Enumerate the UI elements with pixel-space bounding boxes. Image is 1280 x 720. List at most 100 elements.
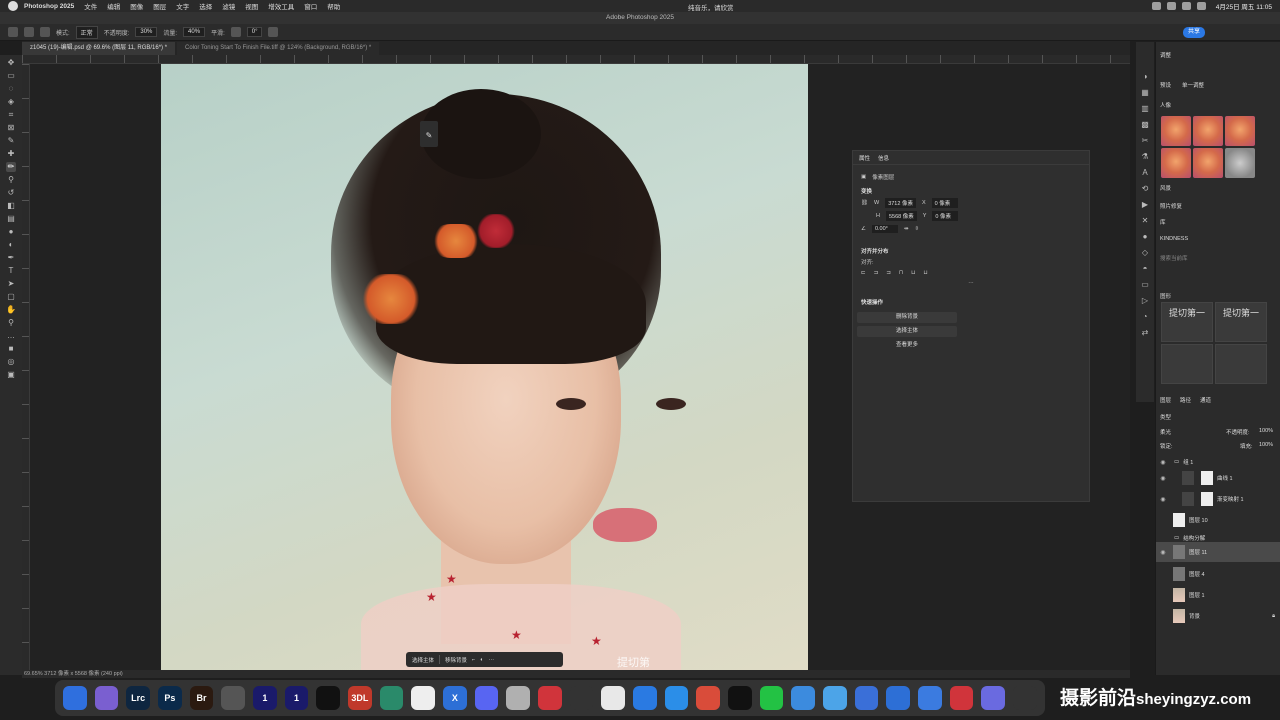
layer-row[interactable]: 图层 10: [1156, 510, 1280, 530]
portrait-section[interactable]: 人像: [1160, 101, 1171, 109]
capcut-icon[interactable]: [316, 686, 341, 710]
more-tools-icon[interactable]: …: [6, 331, 16, 341]
document-canvas[interactable]: ★ ★ ★ ★ 提切第: [161, 64, 808, 670]
menu-edit[interactable]: 编辑: [107, 1, 120, 11]
layer-row[interactable]: ◉ 曲线 1: [1156, 468, 1280, 488]
move-tool-icon[interactable]: ✥: [6, 58, 16, 68]
preset-thumbnail[interactable]: [1225, 148, 1255, 178]
visibility-eye-icon[interactable]: ◉: [1156, 475, 1170, 482]
visibility-eye-icon[interactable]: ◉: [1156, 459, 1170, 466]
gradients-panel-icon[interactable]: ▥: [1141, 104, 1150, 113]
align-right-icon[interactable]: ⊐: [886, 270, 891, 276]
align-more-button[interactable]: ···: [968, 280, 974, 286]
quick-actions-section[interactable]: 快速操作: [853, 292, 1089, 309]
adjust-panel-icon[interactable]: ◓: [1141, 264, 1150, 273]
app2-icon[interactable]: [633, 686, 657, 710]
settings-icon[interactable]: [506, 686, 531, 710]
align-top-icon[interactable]: ⊓: [899, 270, 903, 276]
menu-view[interactable]: 视图: [245, 1, 258, 11]
brush-tool-icon[interactable]: [24, 27, 34, 37]
apple-icon[interactable]: [8, 1, 18, 11]
share-button[interactable]: 共享: [1183, 27, 1205, 38]
align-vcenter-icon[interactable]: ⊔: [911, 270, 915, 276]
tab-document-1[interactable]: z1045 (19)-编辑.psd @ 69.6% (图层 11, RGB/16…: [22, 42, 176, 55]
shape-tool-icon[interactable]: ▢: [6, 292, 16, 302]
adjust-icon[interactable]: ◐: [480, 657, 483, 663]
height-field[interactable]: 5568 像素: [885, 211, 917, 221]
preset-thumbnail[interactable]: [1193, 116, 1223, 146]
gradient-tool-icon[interactable]: ▤: [6, 214, 16, 224]
layer-row[interactable]: ◉ 渐变映射 1: [1156, 489, 1280, 509]
menu-file[interactable]: 文件: [84, 1, 97, 11]
flip-icon[interactable]: ⌐: [472, 657, 475, 663]
layer-kind-filter[interactable]: 类型: [1160, 413, 1171, 421]
blur-tool-icon[interactable]: ●: [6, 227, 16, 237]
zoom-tool-icon[interactable]: ⚲: [6, 318, 16, 328]
color-panel-icon[interactable]: ◑: [1141, 72, 1150, 81]
search-icon[interactable]: [1181, 2, 1191, 10]
app3-icon[interactable]: [696, 686, 721, 710]
eyedropper-tool-icon[interactable]: ✎: [6, 136, 16, 146]
align-section[interactable]: 对齐并分布: [853, 241, 1089, 258]
preset-thumbnail[interactable]: [1161, 116, 1191, 146]
x-icon[interactable]: X: [443, 686, 467, 710]
align-left-icon[interactable]: ⊏: [861, 270, 866, 276]
visibility-eye-icon[interactable]: ◉: [1156, 496, 1170, 503]
eraser-tool-icon[interactable]: ◧: [6, 201, 16, 211]
link-icon[interactable]: ⛓: [861, 200, 868, 206]
menu-type[interactable]: 文字: [176, 1, 189, 11]
app9-icon[interactable]: [981, 686, 1006, 710]
tab-single-adjustment[interactable]: 单一调整: [1182, 81, 1204, 89]
select-subject-button[interactable]: 选择主体: [412, 656, 434, 664]
flip-v-icon[interactable]: ⇳: [915, 226, 920, 232]
layer-row[interactable]: 图层 4: [1156, 564, 1280, 584]
menu-select[interactable]: 选择: [199, 1, 212, 11]
color-swatches-icon[interactable]: ■: [6, 344, 16, 354]
type-tool-icon[interactable]: T: [6, 266, 16, 276]
battery-icon[interactable]: [1166, 2, 1176, 10]
dodge-tool-icon[interactable]: ◐: [6, 240, 16, 250]
lock-icon[interactable]: 🔒︎: [1272, 613, 1275, 620]
actions-panel-icon[interactable]: ▶: [1141, 200, 1150, 209]
app-icon[interactable]: [379, 686, 404, 710]
menu-plugins[interactable]: 增效工具: [268, 1, 294, 11]
menu-image[interactable]: 图像: [130, 1, 143, 11]
safari-icon[interactable]: [569, 686, 594, 710]
opacity-field[interactable]: 100%: [1259, 428, 1273, 434]
y-field[interactable]: 0 像素: [932, 211, 959, 221]
app6-icon[interactable]: [854, 686, 879, 710]
screen-mode-icon[interactable]: ▣: [6, 370, 16, 380]
layer-row[interactable]: 背景 🔒︎: [1156, 606, 1280, 626]
app7-icon[interactable]: [886, 686, 911, 710]
marquee-tool-icon[interactable]: ▭: [6, 71, 16, 81]
tab-layers[interactable]: 图层: [1160, 396, 1171, 404]
healing-tool-icon[interactable]: ✚: [6, 149, 16, 159]
channels-panel-icon[interactable]: ▭: [1141, 280, 1150, 289]
wechat-icon[interactable]: [759, 686, 784, 710]
paths-panel-icon[interactable]: ▷: [1141, 296, 1150, 305]
edge-icon[interactable]: [664, 686, 689, 710]
settings-gear-icon[interactable]: [230, 27, 241, 37]
home-icon[interactable]: [8, 27, 18, 37]
onepassword-icon[interactable]: 1: [253, 686, 277, 710]
menu-layer[interactable]: 图层: [153, 1, 166, 11]
history-panel-icon[interactable]: ⟲: [1141, 184, 1150, 193]
tab-paths[interactable]: 路径: [1180, 396, 1191, 404]
tab-document-2[interactable]: Color Toning Start To Finish File.tiff @…: [177, 42, 380, 55]
symmetry-icon[interactable]: [268, 27, 279, 37]
layer-row[interactable]: 图层 1: [1156, 585, 1280, 605]
library-graphic-tile[interactable]: [1215, 344, 1267, 384]
library-graphic-tile[interactable]: 提切第一: [1215, 302, 1267, 342]
menu-window[interactable]: 窗口: [304, 1, 317, 11]
app10-icon[interactable]: [1013, 686, 1037, 710]
ba-panel-icon[interactable]: ●: [1141, 232, 1150, 241]
pen-tool-icon[interactable]: ✒: [6, 253, 16, 263]
select-subject-quick-button[interactable]: 选择主体: [857, 326, 957, 337]
app-name[interactable]: Photoshop 2025: [24, 3, 74, 10]
photoshop-icon[interactable]: Ps: [158, 686, 182, 710]
app4-icon[interactable]: [791, 686, 816, 710]
app5-icon[interactable]: [823, 686, 847, 710]
3dl-icon[interactable]: 3DL: [348, 686, 372, 710]
align-hcenter-icon[interactable]: ⊐: [874, 270, 879, 276]
tab-info[interactable]: 信息: [878, 154, 889, 162]
